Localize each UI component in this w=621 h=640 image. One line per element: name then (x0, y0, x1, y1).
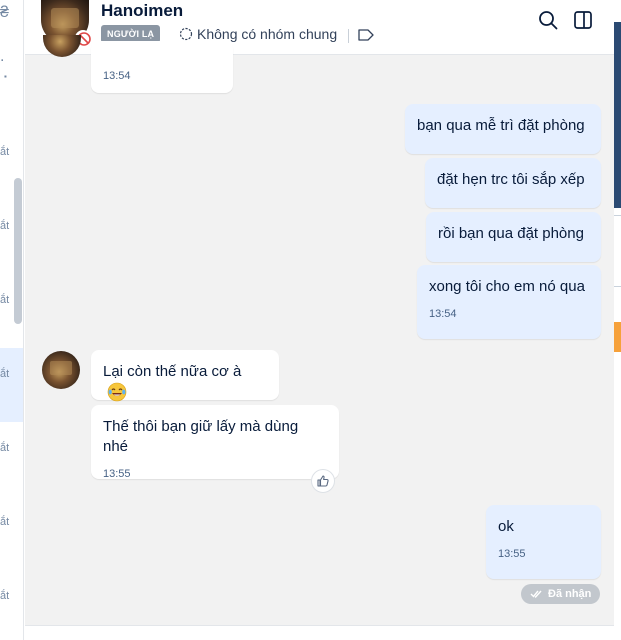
contact-name[interactable]: Hanoimen (101, 1, 183, 21)
side-panel-accent (614, 322, 621, 352)
list-time-label: ắt (0, 590, 10, 602)
message-text: Thế thôi bạn giữ lấy mà dùng nhé (103, 418, 299, 455)
list-glyph: ₴ (0, 4, 9, 21)
laughing-tears-emoji (107, 382, 127, 402)
thumbs-up-icon (317, 475, 329, 487)
side-panel-partial (614, 0, 621, 640)
message-input-bar[interactable] (25, 625, 614, 640)
selected-conversation-highlight[interactable] (0, 348, 23, 422)
group-icon (179, 27, 193, 41)
received-status-badge: Đã nhận (521, 584, 601, 604)
common-groups-link[interactable]: Không có nhóm chung (179, 26, 337, 42)
message-bubble-sent[interactable]: xong tôi cho em nó qua 13:54 (417, 265, 601, 339)
message-bubble-received[interactable]: Lại còn thế nữa cơ à (91, 350, 279, 402)
list-time-label: ắt (0, 516, 10, 528)
message-bubble-sent[interactable]: bạn qua mễ trì đặt phòng (405, 104, 601, 154)
panel-toggle-icon[interactable] (572, 9, 594, 31)
chat-message-area[interactable]: 13:54 bạn qua mễ trì đặt phòng đặt hẹn t… (25, 35, 614, 625)
message-text: bạn qua mễ trì đặt phòng (417, 117, 585, 134)
header-divider (348, 29, 349, 43)
message-bubble-received[interactable]: 13:54 (91, 41, 233, 93)
conversation-list-scrollbar[interactable] (14, 178, 22, 324)
message-text: xong tôi cho em nó qua (429, 278, 585, 295)
message-time: 13:54 (429, 308, 457, 320)
double-check-icon (530, 590, 542, 598)
side-panel-block (614, 22, 621, 208)
conversation-list-partial: ₴ . ▪ ắt ắt ắt ắt ắt ắt ắt (0, 0, 24, 640)
message-text: đặt hẹn trc tôi sắp xếp (437, 171, 585, 188)
list-time-label: ắt (0, 220, 10, 232)
list-time-label: ắt (0, 368, 10, 380)
message-bubble-sent[interactable]: đặt hẹn trc tôi sắp xếp (425, 158, 601, 208)
side-panel-divider (614, 215, 621, 216)
message-bubble-sent[interactable]: rồi bạn qua đặt phòng (426, 212, 601, 262)
message-text: ok (498, 518, 514, 535)
sender-avatar[interactable] (42, 351, 80, 389)
message-bubble-sent[interactable]: ok 13:55 (486, 505, 601, 579)
list-time-label: ắt (0, 442, 10, 454)
reaction-button[interactable] (311, 469, 335, 493)
list-time-label: ắt (0, 294, 10, 306)
common-groups-label: Không có nhóm chung (197, 26, 338, 42)
message-bubble-received[interactable]: Thế thôi bạn giữ lấy mà dùng nhé 13:55 (91, 405, 339, 480)
message-time: 13:54 (103, 70, 131, 82)
message-time: 13:55 (498, 548, 526, 560)
search-icon[interactable] (537, 9, 559, 31)
message-text: Lại còn thế nữa cơ à (103, 363, 242, 380)
list-time-label: ắt (0, 146, 10, 158)
message-text: rồi bạn qua đặt phòng (438, 225, 584, 242)
list-glyph: . (0, 48, 5, 65)
list-dot: ▪ (4, 72, 7, 81)
received-status-label: Đã nhận (548, 588, 592, 600)
side-panel-divider (614, 286, 621, 287)
message-time: 13:55 (103, 468, 131, 480)
tag-icon[interactable] (357, 27, 375, 43)
